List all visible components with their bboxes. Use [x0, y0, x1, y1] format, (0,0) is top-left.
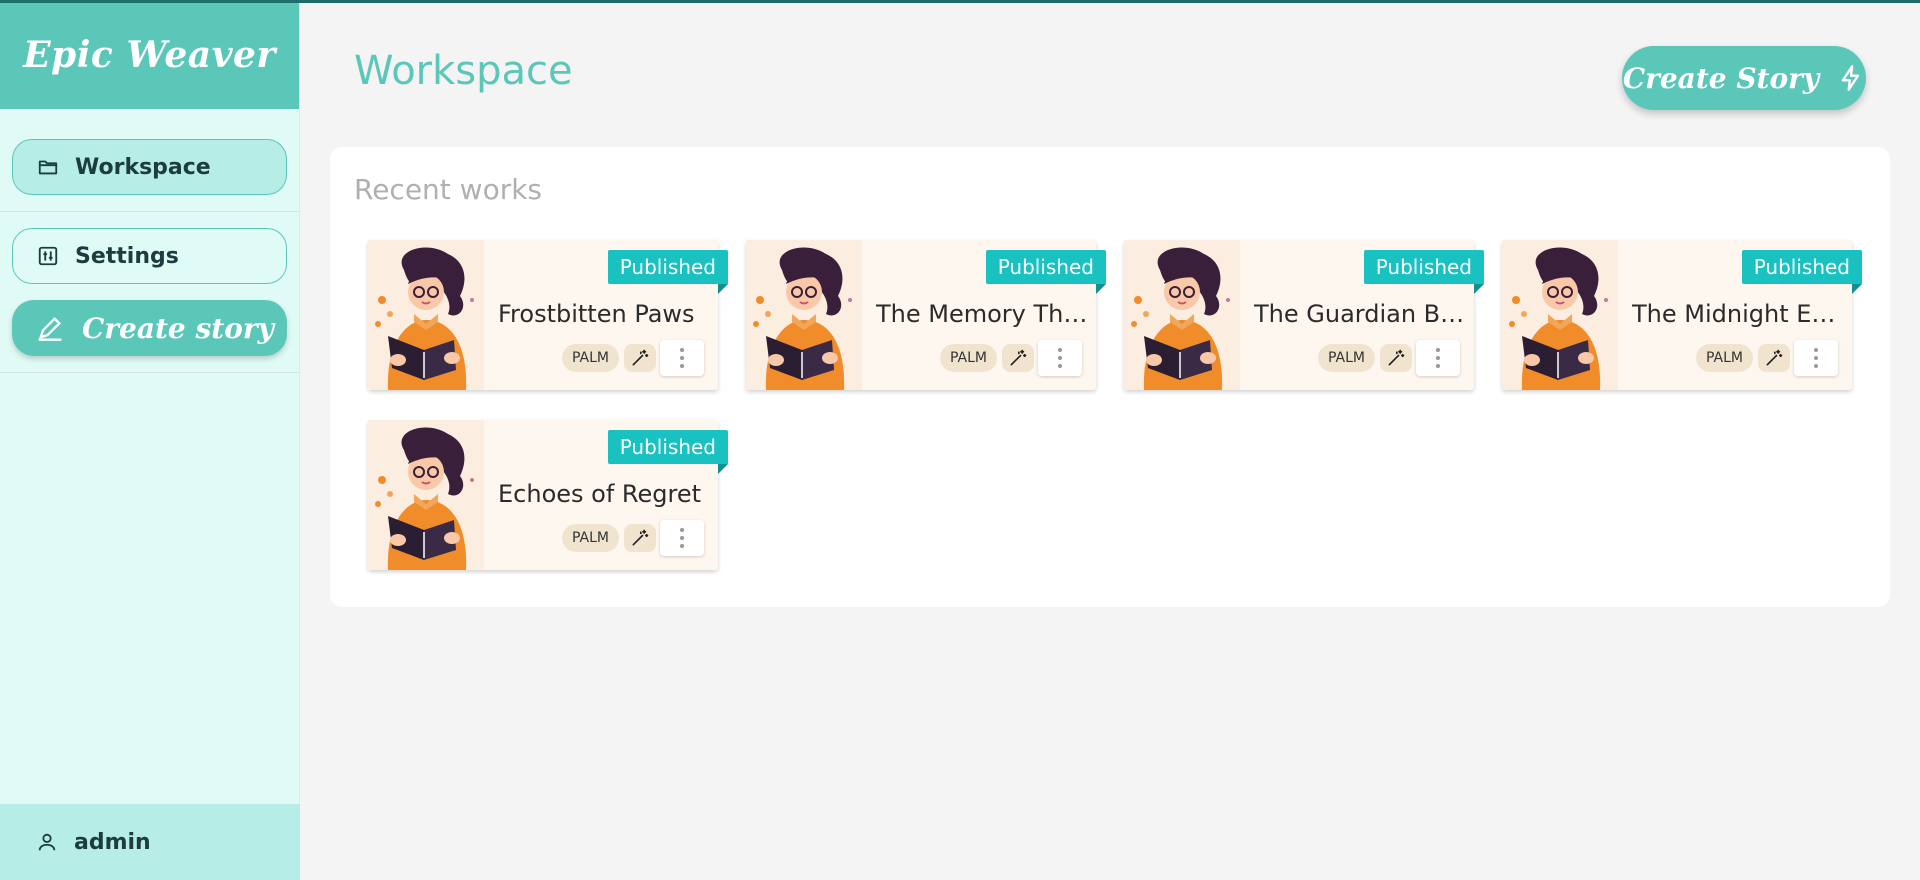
- magic-wand-icon[interactable]: [624, 524, 656, 552]
- create-story-label: Create story: [82, 311, 274, 345]
- username: admin: [74, 829, 151, 855]
- divider: [0, 211, 299, 212]
- story-card[interactable]: Published The Midnight Ec... PALM: [1502, 240, 1863, 390]
- sidebar-item-label: Settings: [75, 243, 179, 269]
- status-badge: Published: [985, 250, 1107, 294]
- model-chip: PALM: [940, 344, 998, 372]
- more-options-button[interactable]: [1794, 340, 1838, 376]
- status-label: Published: [1753, 255, 1850, 279]
- sidebar-item-label: Workspace: [75, 154, 211, 180]
- story-title: Echoes of Regret: [498, 480, 702, 508]
- model-chip: PALM: [1696, 344, 1754, 372]
- story-card[interactable]: Published The Memory Thief PALM: [746, 240, 1107, 390]
- main-content: Workspace Create Story Recent works Publ…: [300, 0, 1920, 880]
- story-thumbnail: [368, 240, 484, 390]
- sidebar-nav: Workspace Settings Create story: [0, 109, 299, 373]
- story-thumbnail: [1124, 240, 1240, 390]
- status-badge: Published: [1741, 250, 1863, 294]
- status-badge: Published: [607, 430, 729, 474]
- magic-wand-icon[interactable]: [624, 344, 656, 372]
- story-title: The Guardian Be...: [1254, 300, 1466, 328]
- section-title: Recent works: [354, 173, 543, 206]
- kebab-icon: [1814, 348, 1818, 368]
- model-label: PALM: [572, 530, 610, 546]
- model-label: PALM: [572, 350, 610, 366]
- model-label: PALM: [1328, 350, 1366, 366]
- kebab-icon: [1058, 348, 1062, 368]
- status-label: Published: [619, 255, 716, 279]
- model-label: PALM: [950, 350, 988, 366]
- create-story-label: Create Story: [1622, 61, 1820, 95]
- story-title: The Midnight Ec...: [1632, 300, 1844, 328]
- story-card[interactable]: Published The Guardian Be... PALM: [1124, 240, 1485, 390]
- sliders-icon: [37, 245, 59, 267]
- magic-wand-icon[interactable]: [1380, 344, 1412, 372]
- magic-wand-icon[interactable]: [1002, 344, 1034, 372]
- create-story-button[interactable]: Create Story: [1622, 46, 1866, 110]
- story-card[interactable]: Published Echoes of Regret PALM: [368, 420, 729, 570]
- story-title: The Memory Thief: [876, 300, 1088, 328]
- top-accent-line: [0, 0, 1920, 3]
- status-badge: Published: [607, 250, 729, 294]
- sidebar: Epic Weaver Workspace Settings Create st…: [0, 0, 300, 880]
- story-title: Frostbitten Paws: [498, 300, 695, 328]
- more-options-button[interactable]: [660, 340, 704, 376]
- story-thumbnail: [746, 240, 862, 390]
- status-label: Published: [1375, 255, 1472, 279]
- model-chip: PALM: [1318, 344, 1376, 372]
- pencil-icon: [36, 314, 64, 342]
- model-label: PALM: [1706, 350, 1744, 366]
- story-card[interactable]: Published Frostbitten Paws PALM: [368, 240, 729, 390]
- brand-logo[interactable]: Epic Weaver: [0, 0, 299, 109]
- more-options-button[interactable]: [660, 520, 704, 556]
- more-options-button[interactable]: [1038, 340, 1082, 376]
- lightning-icon: [1837, 64, 1865, 92]
- model-chip: PALM: [562, 524, 620, 552]
- magic-wand-icon[interactable]: [1758, 344, 1790, 372]
- sidebar-item-settings[interactable]: Settings: [12, 228, 287, 284]
- kebab-icon: [680, 528, 684, 548]
- user-icon: [36, 831, 58, 853]
- model-chip: PALM: [562, 344, 620, 372]
- status-label: Published: [997, 255, 1094, 279]
- kebab-icon: [680, 348, 684, 368]
- divider: [0, 372, 299, 373]
- status-badge: Published: [1363, 250, 1485, 294]
- story-thumbnail: [1502, 240, 1618, 390]
- kebab-icon: [1436, 348, 1440, 368]
- user-account[interactable]: admin: [0, 804, 300, 880]
- folder-icon: [37, 156, 59, 178]
- page-title: Workspace: [354, 48, 573, 94]
- more-options-button[interactable]: [1416, 340, 1460, 376]
- sidebar-create-story-button[interactable]: Create story: [12, 300, 287, 356]
- story-thumbnail: [368, 420, 484, 570]
- status-label: Published: [619, 435, 716, 459]
- sidebar-item-workspace[interactable]: Workspace: [12, 139, 287, 195]
- recent-works-panel: Recent works Published Frostbitten Paws …: [330, 147, 1890, 607]
